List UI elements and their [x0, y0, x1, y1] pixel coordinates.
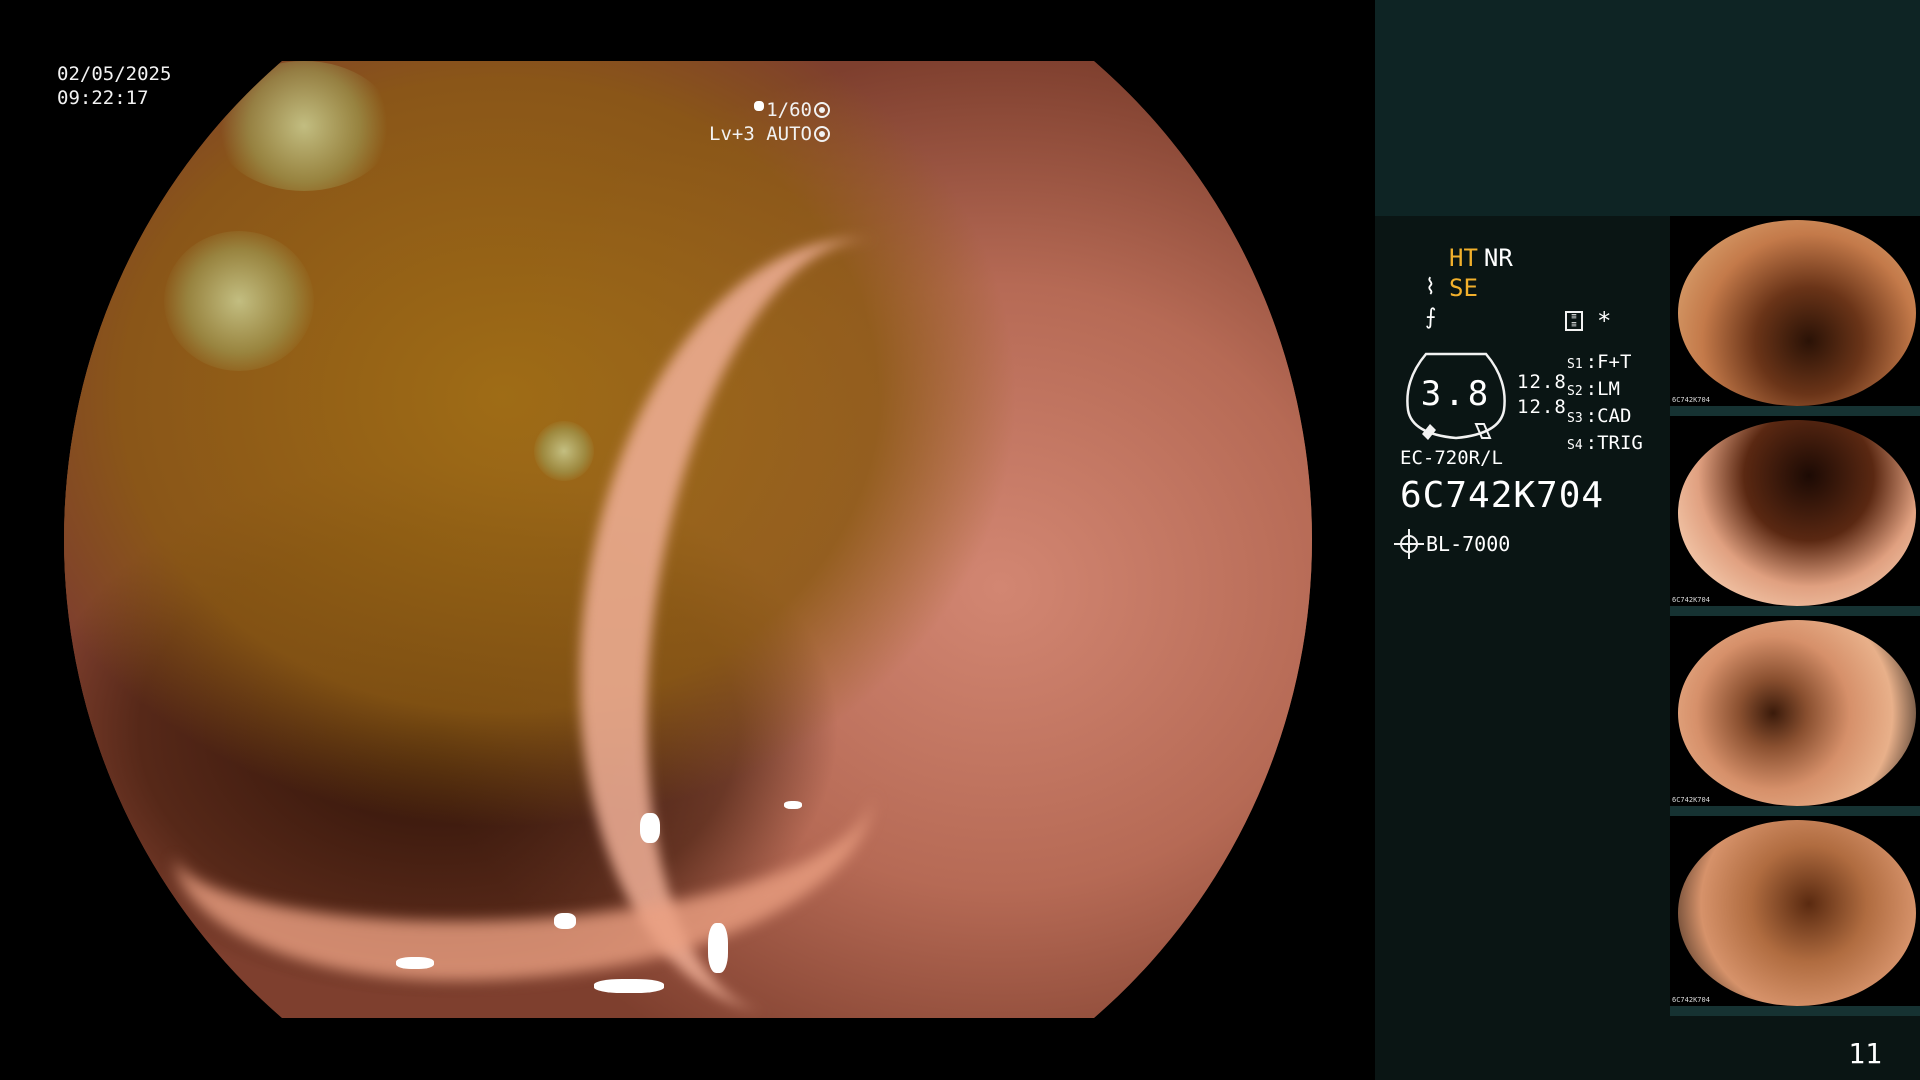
time: 09:22:17 [57, 87, 149, 109]
specular-reflection [784, 801, 802, 809]
stiffness-icon: ⨍ [1425, 305, 1437, 330]
mag-value-2: 12.8 [1517, 396, 1567, 418]
page-number: 11 [1848, 1037, 1882, 1070]
slot-3: S3:CAD [1567, 405, 1632, 427]
thumbnail-label: 6C742K704 [1672, 796, 1710, 804]
mag-value-1: 12.8 [1517, 371, 1567, 393]
scope-model: EC-720R/L [1400, 447, 1503, 469]
specular-reflection [594, 979, 664, 993]
debris [534, 421, 594, 481]
record-icon: ≡ ≡ [1565, 311, 1583, 331]
specular-reflection [708, 923, 728, 973]
iris-icon [814, 126, 830, 142]
iris-mode: Lv+3 AUTO [709, 123, 812, 145]
thumbnail-image [1678, 420, 1916, 606]
thumbnail-1[interactable]: 6C742K704 [1670, 216, 1920, 416]
image-modes: HT NR ⌇ SE ⨍ [1425, 243, 1513, 333]
thumbnail-label: 6C742K704 [1672, 396, 1710, 404]
slot-4: S4:TRIG [1567, 432, 1643, 454]
capture-thumbnails: 6C742K704 6C742K704 6C742K704 6C742K704 [1670, 216, 1920, 1016]
date-time: 02/05/2025 09:22:17 [57, 62, 171, 110]
thumbnail-4[interactable]: 6C742K704 [1670, 816, 1920, 1016]
mode-ht: HT [1449, 244, 1478, 272]
thumbnail-label: 6C742K704 [1672, 996, 1710, 1004]
scope-switch-slots: S1:F+T S2:LM S3:CAD S4:TRIG [1567, 350, 1643, 458]
zoom-indicator: 3.8 [1400, 350, 1512, 442]
date: 02/05/2025 [57, 63, 172, 85]
shutter-icon [814, 102, 830, 118]
thumbnail-2[interactable]: 6C742K704 [1670, 416, 1920, 616]
scope-serial: 6C742K704 [1400, 475, 1605, 516]
specular-reflection [554, 913, 576, 929]
mode-se: SE [1449, 274, 1478, 302]
light-source: BL-7000 [1394, 529, 1511, 559]
panel-header-area [1375, 0, 1920, 216]
light-source-label: BL-7000 [1426, 532, 1511, 556]
thumbnail-image [1678, 220, 1916, 406]
specular-reflection [640, 813, 660, 843]
specular-reflection [396, 957, 434, 969]
exposure-info: 1/60 Lv+3 AUTO [709, 98, 830, 146]
switch-mark: * [1597, 307, 1612, 335]
light-source-icon [1394, 529, 1424, 559]
magnification-values: 12.8 12.8 [1517, 370, 1567, 420]
slot-2: S2:LM [1567, 378, 1620, 400]
debris [164, 231, 314, 371]
enhance-icon: ⌇ [1425, 275, 1436, 300]
thumbnail-label: 6C742K704 [1672, 596, 1710, 604]
slot-1: S1:F+T [1567, 351, 1632, 373]
switch-indicators: ≡ ≡ * [1565, 307, 1611, 335]
thumbnail-image [1678, 620, 1916, 806]
endoscope-view: 02/05/2025 09:22:17 1/60 Lv+3 AUTO [0, 0, 1375, 1080]
shutter-speed: 1/60 [766, 99, 812, 121]
debris [214, 61, 394, 191]
thumbnail-image [1678, 820, 1916, 1006]
endoscopic-image [64, 61, 1312, 1018]
zoom-value: 3.8 [1420, 374, 1492, 414]
thumbnail-3[interactable]: 6C742K704 [1670, 616, 1920, 816]
mode-nr: NR [1483, 244, 1513, 272]
